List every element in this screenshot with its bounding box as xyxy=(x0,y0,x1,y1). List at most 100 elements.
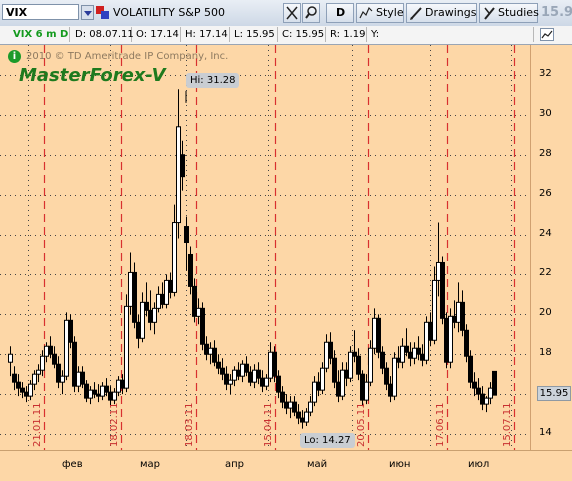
magnifier-button[interactable] xyxy=(302,3,320,23)
month-tick-label: июл xyxy=(468,459,490,470)
candle-down xyxy=(476,387,481,395)
candle-down xyxy=(160,293,165,305)
candle-down xyxy=(132,271,137,323)
candle-down xyxy=(220,367,225,375)
candle-down xyxy=(56,363,61,383)
chart-settings-button[interactable] xyxy=(540,28,554,41)
studies-button[interactable]: Studies xyxy=(479,3,539,23)
candle-down xyxy=(48,345,53,355)
price-tick-label: 20 xyxy=(539,307,552,319)
candle-up xyxy=(488,387,493,399)
candle-up xyxy=(432,279,437,341)
month-tick-label: фев xyxy=(62,459,83,470)
candle-down xyxy=(472,381,477,389)
candle-down xyxy=(396,357,401,363)
candle-up xyxy=(252,369,257,383)
candle-down xyxy=(108,391,113,401)
candle-up xyxy=(324,341,329,369)
candle-up xyxy=(264,377,269,387)
candle-up xyxy=(112,391,117,401)
month-tick-label: апр xyxy=(225,459,245,470)
style-icon xyxy=(359,6,373,19)
candle-down xyxy=(444,317,449,363)
candle-down xyxy=(276,375,281,393)
candle-down xyxy=(332,357,337,383)
price-tick-label: 28 xyxy=(539,147,552,159)
expiration-date-label: 21.01.11 xyxy=(32,402,43,447)
timeframe-label[interactable]: VIX 6 m D xyxy=(10,27,70,42)
candle-up xyxy=(44,345,49,357)
candle-down xyxy=(104,385,109,393)
candle-up xyxy=(400,345,405,363)
period-button[interactable]: D xyxy=(326,3,354,23)
candle-up xyxy=(240,363,245,377)
crosshair-button[interactable] xyxy=(283,3,301,23)
candle-down xyxy=(16,381,21,389)
candle-up xyxy=(268,351,273,379)
candle-up xyxy=(308,401,313,413)
candle-up xyxy=(172,222,177,293)
candle-up xyxy=(304,411,309,423)
candle-up xyxy=(392,357,397,397)
expiration-date-label: 17.06.11 xyxy=(435,402,446,447)
candle-down xyxy=(12,373,17,383)
range-value: R: 1.19 xyxy=(327,27,367,42)
candle-down xyxy=(376,317,381,353)
candle-down xyxy=(236,369,241,377)
candle-up xyxy=(340,369,345,397)
drawings-button[interactable]: Drawings xyxy=(406,3,477,23)
symbol-dropdown-button[interactable] xyxy=(81,5,94,20)
expiration-date-label: 15.07.11 xyxy=(502,402,513,447)
price-tick-label: 24 xyxy=(539,227,552,239)
candle-down xyxy=(204,343,209,355)
candlestick-chart xyxy=(0,45,530,450)
candle-down xyxy=(148,309,153,323)
candle-down xyxy=(20,387,25,393)
y-value: Y: xyxy=(368,27,534,42)
low-value: L: 15.95 xyxy=(231,27,278,42)
candle-down xyxy=(256,369,261,379)
drawings-label: Drawings xyxy=(425,6,477,19)
chart-settings-icon xyxy=(541,30,553,39)
candle-down xyxy=(404,345,409,353)
price-tick-label: 18 xyxy=(539,347,552,359)
candle-up xyxy=(436,261,441,281)
candle-down xyxy=(24,391,29,397)
candle-down xyxy=(344,369,349,379)
candle-down xyxy=(416,347,421,355)
hi-label: Hi: 31.28 xyxy=(186,73,240,88)
candle-up xyxy=(140,301,145,339)
candle-down xyxy=(260,377,265,387)
price-tick-label: 14 xyxy=(539,427,552,439)
symbol-flag-icon[interactable] xyxy=(96,6,110,19)
candle-up xyxy=(156,293,161,309)
candle-up xyxy=(176,126,181,224)
close-value: C: 15.95 xyxy=(279,27,326,42)
candle-up xyxy=(228,379,233,385)
style-button[interactable]: Style xyxy=(356,3,404,23)
candle-up xyxy=(164,279,169,305)
expiration-date-label: 18.02.11 xyxy=(109,402,120,447)
candle-up xyxy=(36,369,41,375)
price-chart-area[interactable]: i 2010 © TD Ameritrade IP Company, Inc. … xyxy=(0,45,530,450)
candle-up xyxy=(312,381,317,403)
lo-label: Lo: 14.27 xyxy=(300,433,355,448)
style-label: Style xyxy=(376,6,404,19)
candle-down xyxy=(136,321,141,339)
expiration-date-label: 20.05.11 xyxy=(356,402,367,447)
last-price-display: 15.95 xyxy=(541,5,572,20)
price-axis[interactable]: 32302826242220181614 15.95 xyxy=(530,45,572,450)
candle-up xyxy=(40,355,45,371)
symbol-input[interactable]: VIX xyxy=(2,4,79,20)
candle-down xyxy=(300,417,305,423)
time-axis[interactable]: фев мар апр май июн июл xyxy=(0,450,572,481)
chart-toolbar: VIX VOLATILITY S&P 500 D Style Drawings … xyxy=(0,0,572,27)
candle-down xyxy=(388,383,393,397)
candle-down xyxy=(180,154,185,178)
candle-up xyxy=(232,369,237,381)
info-icon[interactable]: i xyxy=(8,50,21,63)
price-tick-label: 26 xyxy=(539,187,552,199)
candle-down xyxy=(72,341,77,387)
candle-down xyxy=(292,401,297,413)
candle-down xyxy=(96,393,101,397)
